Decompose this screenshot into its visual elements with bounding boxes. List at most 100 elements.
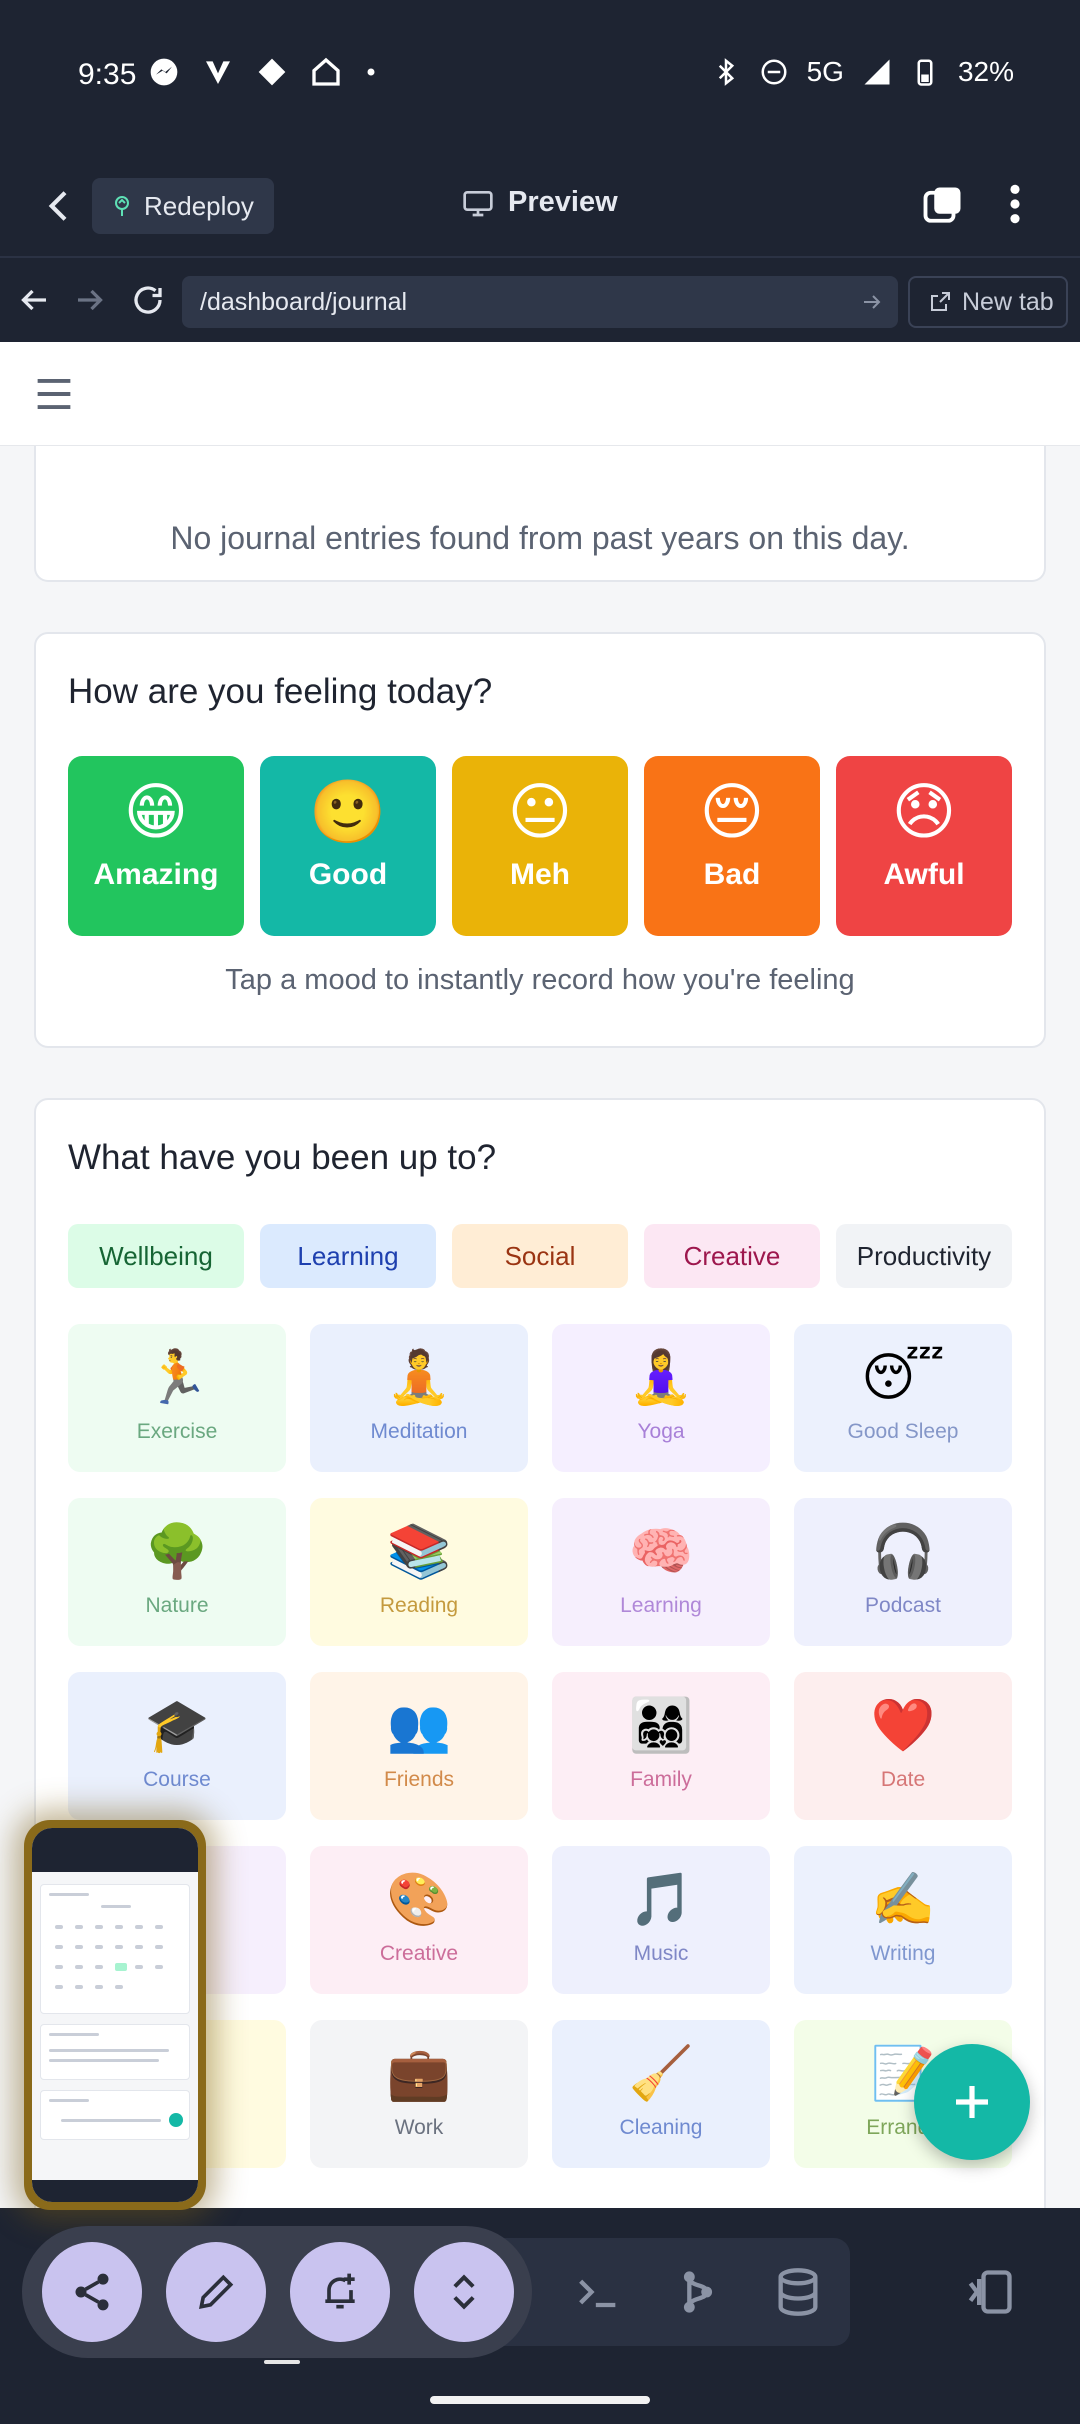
new-tab-button[interactable]: New tab xyxy=(908,276,1068,328)
category-tab-creative[interactable]: Creative xyxy=(644,1224,820,1288)
deploy-icon xyxy=(115,196,129,216)
category-tab-wellbeing[interactable]: Wellbeing xyxy=(68,1224,244,1288)
activity-icon: 🎵 xyxy=(628,1871,694,1929)
category-tab-social[interactable]: Social xyxy=(452,1224,628,1288)
activity-icon: 🧘 xyxy=(386,1349,452,1407)
activity-label: Music xyxy=(633,1942,689,1965)
activity-icon: 🎨 xyxy=(386,1871,452,1929)
mood-card-title: How are you feeling today? xyxy=(68,672,493,711)
mood-bad-button[interactable]: 😔 Bad xyxy=(644,756,820,936)
status-time: 9:35 xyxy=(78,58,137,91)
category-tab-productivity[interactable]: Productivity xyxy=(836,1224,1012,1288)
bell-plus-icon xyxy=(325,2273,355,2309)
mood-emoji-icon: 😞 xyxy=(891,778,957,847)
activity-icon: ❤️ xyxy=(870,1697,936,1755)
reload-icon[interactable] xyxy=(130,282,166,318)
activity-tile-podcast[interactable]: 🎧 Podcast xyxy=(794,1498,1012,1646)
expand-button[interactable] xyxy=(414,2242,514,2342)
nav-back-icon[interactable] xyxy=(16,282,52,318)
activity-tile-course[interactable]: 🎓 Course xyxy=(68,1672,286,1820)
activity-label: Podcast xyxy=(865,1594,941,1617)
share-icon xyxy=(75,2273,109,2311)
battery-level: 32% xyxy=(957,56,1014,87)
activity-label: Good Sleep xyxy=(847,1420,959,1443)
category-tab-learning[interactable]: Learning xyxy=(260,1224,436,1288)
activity-label: Course xyxy=(143,1768,211,1791)
activity-label: Yoga xyxy=(637,1420,685,1443)
more-options-icon[interactable] xyxy=(1000,182,1030,226)
redeploy-button[interactable]: Redeploy xyxy=(92,178,274,234)
dnd-icon xyxy=(761,59,787,85)
url-input[interactable]: /dashboard/journal xyxy=(182,276,898,328)
mood-label: Good xyxy=(308,858,388,891)
activity-tile-family[interactable]: 👨‍👩‍👧‍👦 Family xyxy=(552,1672,770,1820)
hamburger-menu-icon[interactable] xyxy=(34,376,74,412)
bubble-indicator xyxy=(264,2360,300,2364)
database-icon[interactable] xyxy=(772,2266,824,2318)
add-alert-button[interactable] xyxy=(290,2242,390,2342)
messenger-icon xyxy=(150,58,178,86)
activity-tile-nature[interactable]: 🌳 Nature xyxy=(68,1498,286,1646)
mood-options: 😁 Amazing 🙂 Good 😐 Meh 😔 Bad 😞 Awful xyxy=(68,756,1012,936)
activity-tile-learning[interactable]: 🧠 Learning xyxy=(552,1498,770,1646)
back-arrow-icon[interactable] xyxy=(40,186,80,226)
activity-icon: 👥 xyxy=(386,1697,452,1755)
activity-tile-cleaning[interactable]: 🧹 Cleaning xyxy=(552,2020,770,2168)
activity-card-title: What have you been up to? xyxy=(68,1138,497,1177)
mood-emoji-icon: 🙂 xyxy=(309,778,387,847)
activity-tile-reading[interactable]: 📚 Reading xyxy=(310,1498,528,1646)
activity-label: Writing xyxy=(870,1942,936,1965)
mood-card: How are you feeling today? 😁 Amazing 🙂 Good… xyxy=(34,632,1046,1048)
v-logo-icon xyxy=(206,61,230,84)
mood-meh-button[interactable]: 😐 Meh xyxy=(452,756,628,936)
add-entry-fab[interactable] xyxy=(914,2044,1030,2160)
floating-action-bar xyxy=(22,2226,532,2358)
activity-label: Meditation xyxy=(370,1420,468,1443)
activity-tile-exercise[interactable]: 🏃 Exercise xyxy=(68,1324,286,1472)
activity-icon: 👨‍👩‍👧‍👦 xyxy=(628,1697,694,1755)
activity-label: Learning xyxy=(620,1594,702,1617)
mood-label: Bad xyxy=(703,858,761,891)
pip-input-card xyxy=(40,2090,190,2140)
activity-tile-meditation[interactable]: 🧘 Meditation xyxy=(310,1324,528,1472)
activity-icon: 🧠 xyxy=(628,1523,694,1581)
go-arrow-icon[interactable] xyxy=(860,290,884,314)
terminal-icon[interactable] xyxy=(572,2266,624,2318)
panel-toggle-icon[interactable] xyxy=(964,2266,1016,2318)
preview-label: Preview xyxy=(508,186,618,218)
mood-emoji-icon: 😁 xyxy=(123,778,189,847)
activity-tile-friends[interactable]: 👥 Friends xyxy=(310,1672,528,1820)
pip-entry-card xyxy=(40,2024,190,2080)
edit-button[interactable] xyxy=(166,2242,266,2342)
activity-tile-work[interactable]: 💼 Work xyxy=(310,2020,528,2168)
mood-awful-button[interactable]: 😞 Awful xyxy=(836,756,1012,936)
url-text: /dashboard/journal xyxy=(200,287,408,316)
preview-tab[interactable]: Preview xyxy=(462,186,618,219)
pip-preview-thumbnail[interactable] xyxy=(24,1820,206,2210)
gesture-nav-handle[interactable] xyxy=(430,2396,650,2404)
pip-screen xyxy=(32,1828,198,2202)
activity-label: Exercise xyxy=(136,1420,218,1443)
activity-tile-good-sleep[interactable]: 😴 Good Sleep xyxy=(794,1324,1012,1472)
external-link-icon xyxy=(931,292,950,311)
activity-icon: 😴 xyxy=(861,1349,945,1407)
activity-tile-date[interactable]: ❤️ Date xyxy=(794,1672,1012,1820)
activity-tile-music[interactable]: 🎵 Music xyxy=(552,1846,770,1994)
activity-icon: 🏃 xyxy=(144,1349,210,1407)
mood-label: Amazing xyxy=(93,858,219,891)
activity-tile-yoga[interactable]: 🧘‍♀️ Yoga xyxy=(552,1324,770,1472)
tabs-icon[interactable] xyxy=(922,184,964,226)
mood-amazing-button[interactable]: 😁 Amazing xyxy=(68,756,244,936)
share-button[interactable] xyxy=(42,2242,142,2342)
network-label: 5G xyxy=(806,56,844,87)
activity-icon: 🎧 xyxy=(870,1523,936,1581)
activity-label: Cleaning xyxy=(619,2116,703,2139)
mood-label: Awful xyxy=(883,858,965,891)
site-topbar xyxy=(0,342,1080,446)
activity-tile-writing[interactable]: ✍️ Writing xyxy=(794,1846,1012,1994)
activity-icon: 📚 xyxy=(386,1523,452,1581)
activity-tile-creative[interactable]: 🎨 Creative xyxy=(310,1846,528,1994)
git-branch-icon[interactable] xyxy=(672,2266,724,2318)
nav-forward-icon[interactable] xyxy=(72,282,108,318)
mood-good-button[interactable]: 🙂 Good xyxy=(260,756,436,936)
